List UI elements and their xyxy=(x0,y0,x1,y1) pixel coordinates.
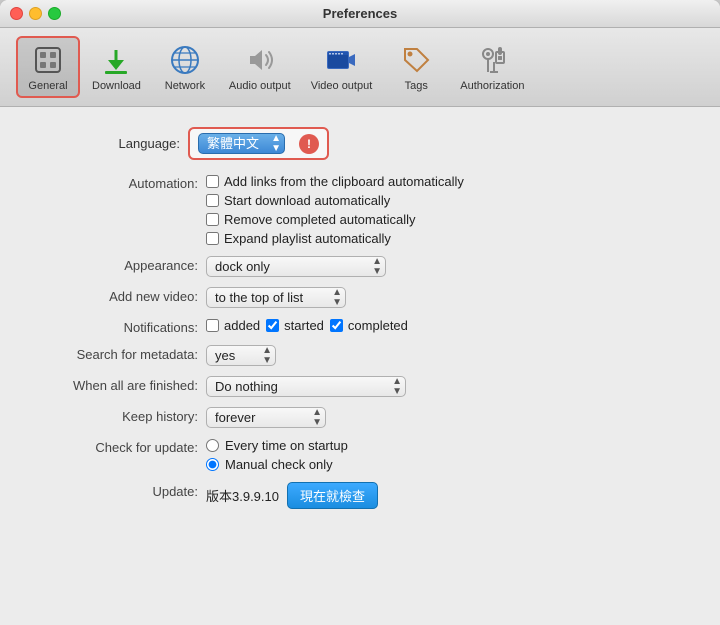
language-alert-icon: ! xyxy=(299,134,319,154)
update-content: 版本3.9.9.10 現在就檢查 xyxy=(206,482,378,509)
language-select[interactable]: 繁體中文 xyxy=(198,133,285,154)
update-label: Update: xyxy=(30,482,198,499)
appearance-select-wrap: dock only ▲▼ xyxy=(206,256,386,277)
download-icon xyxy=(98,42,134,78)
search-metadata-label: Search for metadata: xyxy=(30,345,198,362)
title-bar: Preferences xyxy=(0,0,720,28)
general-label: General xyxy=(28,80,67,92)
keep-history-label: Keep history: xyxy=(30,407,198,424)
expand-playlist-checkbox[interactable] xyxy=(206,232,219,245)
network-label: Network xyxy=(165,80,205,92)
language-label-text: Language: xyxy=(119,136,180,151)
search-metadata-row: Search for metadata: yes ▲▼ xyxy=(30,345,700,366)
added-text: added xyxy=(224,318,260,333)
added-checkbox[interactable] xyxy=(206,319,219,332)
notifications-label: Notifications: xyxy=(30,318,198,335)
close-button[interactable] xyxy=(10,7,23,20)
toolbar-item-audio[interactable]: Audio output xyxy=(221,38,299,96)
maximize-button[interactable] xyxy=(48,7,61,20)
content-area: Language: 繁體中文 ▲▼ ! Automation: xyxy=(0,107,720,625)
audio-label: Audio output xyxy=(229,80,291,92)
tags-label: Tags xyxy=(405,80,428,92)
audio-icon xyxy=(242,42,278,78)
automation-add-links: Add links from the clipboard automatical… xyxy=(206,174,464,189)
language-select-wrap: 繁體中文 ▲▼ xyxy=(198,133,285,154)
update-manual-text: Manual check only xyxy=(225,457,333,472)
general-icon xyxy=(30,42,66,78)
update-startup-text: Every time on startup xyxy=(225,438,348,453)
search-metadata-select[interactable]: yes xyxy=(206,345,276,366)
notifications-row: Notifications: added started completed xyxy=(30,318,700,335)
add-new-video-select[interactable]: to the top of list xyxy=(206,287,346,308)
toolbar-item-authorization[interactable]: Authorization xyxy=(452,38,532,96)
update-manual-radio[interactable] xyxy=(206,458,219,471)
video-label: Video output xyxy=(311,80,373,92)
start-download-checkbox[interactable] xyxy=(206,194,219,207)
toolbar-item-video[interactable]: Video output xyxy=(303,38,381,96)
authorization-icon xyxy=(474,42,510,78)
check-update-option1: Every time on startup xyxy=(206,438,348,453)
tags-icon xyxy=(398,42,434,78)
when-finished-select[interactable]: Do nothing xyxy=(206,376,406,397)
network-icon xyxy=(167,42,203,78)
automation-row: Automation: Add links from the clipboard… xyxy=(30,174,700,246)
video-icon xyxy=(323,42,359,78)
keep-history-select[interactable]: forever xyxy=(206,407,326,428)
update-version: 版本3.9.9.10 xyxy=(206,486,279,505)
check-update-options: Every time on startup Manual check only xyxy=(206,438,348,472)
start-download-text: Start download automatically xyxy=(224,193,390,208)
notifications-options: added started completed xyxy=(206,318,408,333)
check-now-button[interactable]: 現在就檢查 xyxy=(287,482,378,509)
notification-added: added xyxy=(206,318,260,333)
automation-remove-completed: Remove completed automatically xyxy=(206,212,464,227)
when-finished-row: When all are finished: Do nothing ▲▼ xyxy=(30,376,700,397)
traffic-lights xyxy=(10,7,61,20)
notification-started: started xyxy=(266,318,324,333)
authorization-label: Authorization xyxy=(460,80,524,92)
add-new-video-label: Add new video: xyxy=(30,287,198,304)
remove-completed-checkbox[interactable] xyxy=(206,213,219,226)
search-metadata-select-wrap: yes ▲▼ xyxy=(206,345,276,366)
appearance-row: Appearance: dock only ▲▼ xyxy=(30,256,700,277)
expand-playlist-text: Expand playlist automatically xyxy=(224,231,391,246)
toolbar-item-download[interactable]: Download xyxy=(84,38,149,96)
started-checkbox[interactable] xyxy=(266,319,279,332)
preferences-window: Preferences General xyxy=(0,0,720,625)
download-label: Download xyxy=(92,80,141,92)
toolbar-item-tags[interactable]: Tags xyxy=(384,38,448,96)
when-finished-select-wrap: Do nothing ▲▼ xyxy=(206,376,406,397)
check-update-row: Check for update: Every time on startup … xyxy=(30,438,700,472)
when-finished-label: When all are finished: xyxy=(30,376,198,393)
check-update-option2: Manual check only xyxy=(206,457,348,472)
window-title: Preferences xyxy=(323,6,397,21)
automation-start-download: Start download automatically xyxy=(206,193,464,208)
notification-completed: completed xyxy=(330,318,408,333)
automation-label: Automation: xyxy=(30,174,198,191)
language-border-box: 繁體中文 ▲▼ ! xyxy=(188,127,329,160)
toolbar-item-network[interactable]: Network xyxy=(153,38,217,96)
update-startup-radio[interactable] xyxy=(206,439,219,452)
keep-history-row: Keep history: forever ▲▼ xyxy=(30,407,700,428)
toolbar-item-general[interactable]: General xyxy=(16,36,80,98)
form-section: Automation: Add links from the clipboard… xyxy=(30,174,700,509)
remove-completed-text: Remove completed automatically xyxy=(224,212,415,227)
add-new-video-select-wrap: to the top of list ▲▼ xyxy=(206,287,346,308)
toolbar: General Download xyxy=(0,28,720,107)
add-new-video-row: Add new video: to the top of list ▲▼ xyxy=(30,287,700,308)
completed-text: completed xyxy=(348,318,408,333)
minimize-button[interactable] xyxy=(29,7,42,20)
started-text: started xyxy=(284,318,324,333)
appearance-select[interactable]: dock only xyxy=(206,256,386,277)
completed-checkbox[interactable] xyxy=(330,319,343,332)
add-links-checkbox[interactable] xyxy=(206,175,219,188)
keep-history-select-wrap: forever ▲▼ xyxy=(206,407,326,428)
update-row: Update: 版本3.9.9.10 現在就檢查 xyxy=(30,482,700,509)
automation-options: Add links from the clipboard automatical… xyxy=(206,174,464,246)
add-links-text: Add links from the clipboard automatical… xyxy=(224,174,464,189)
check-update-label: Check for update: xyxy=(30,438,198,455)
automation-expand-playlist: Expand playlist automatically xyxy=(206,231,464,246)
appearance-label: Appearance: xyxy=(30,256,198,273)
language-row: Language: 繁體中文 ▲▼ ! xyxy=(20,127,700,160)
